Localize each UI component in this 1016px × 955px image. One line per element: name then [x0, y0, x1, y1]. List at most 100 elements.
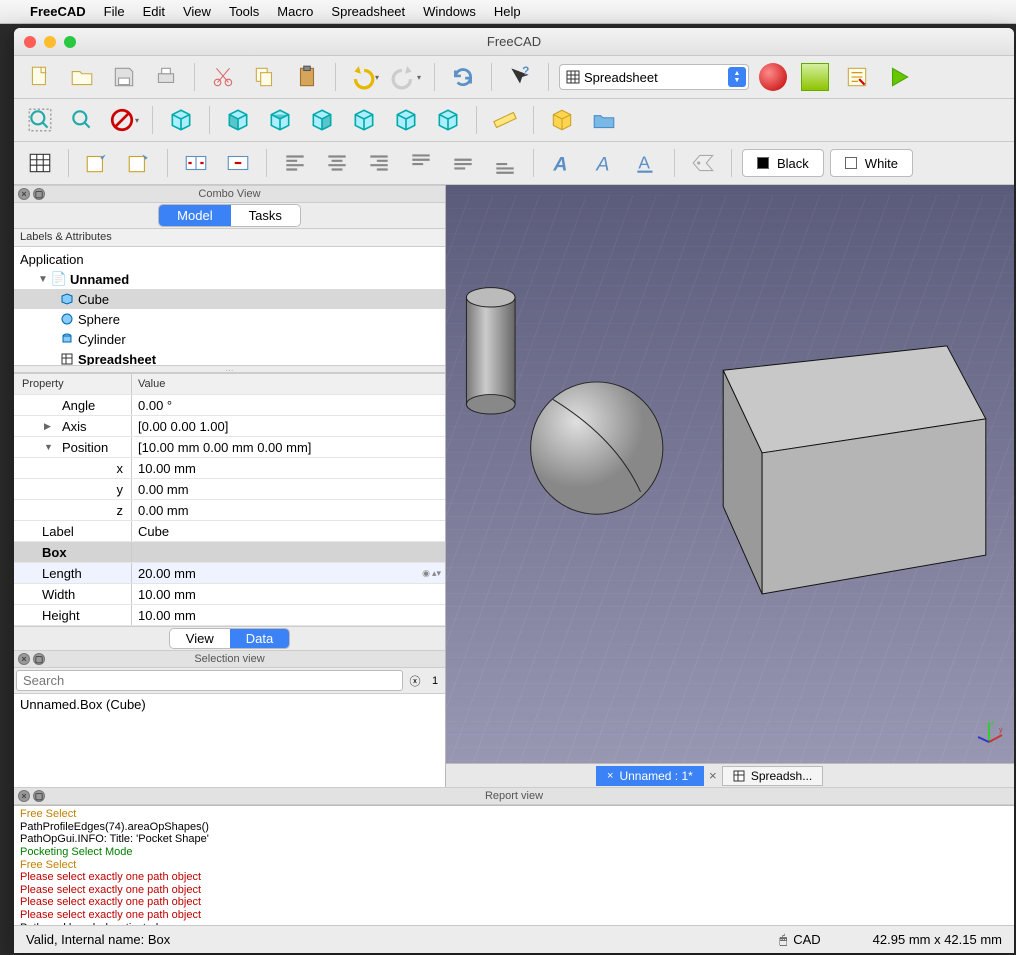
- panel-close-icon[interactable]: ×: [18, 188, 30, 200]
- prop-label-value[interactable]: Cube: [132, 524, 445, 539]
- new-spreadsheet-button[interactable]: [22, 146, 58, 180]
- selection-list[interactable]: Unnamed.Box (Cube): [14, 694, 445, 787]
- part-button[interactable]: [544, 103, 580, 137]
- prop-angle[interactable]: Angle: [14, 395, 132, 415]
- merge-cells-button[interactable]: [178, 146, 214, 180]
- alias-button[interactable]: [685, 146, 721, 180]
- menu-spreadsheet[interactable]: Spreadsheet: [331, 4, 405, 19]
- isometric-button[interactable]: [163, 103, 199, 137]
- prop-position-value[interactable]: [10.00 mm 0.00 mm 0.00 mm]: [132, 440, 445, 455]
- minimize-icon[interactable]: [44, 36, 56, 48]
- export-button[interactable]: [121, 146, 157, 180]
- prop-axis[interactable]: ▶Axis: [14, 416, 132, 436]
- prop-group-box[interactable]: Box: [14, 542, 132, 562]
- tab-view[interactable]: View: [170, 629, 230, 648]
- panel-float-icon[interactable]: ▢: [33, 188, 45, 200]
- nav-mode[interactable]: CAD: [793, 932, 820, 947]
- clear-search-button[interactable]: ⓧ: [405, 668, 425, 693]
- save-button[interactable]: [106, 60, 142, 94]
- viewport-3d[interactable]: z y ×Unnamed : 1* × Spreadsh...: [446, 185, 1014, 787]
- prop-z-value[interactable]: 0.00 mm: [132, 503, 445, 518]
- close-tab-icon[interactable]: ×: [607, 770, 613, 782]
- tab-data[interactable]: Data: [230, 629, 289, 648]
- search-input[interactable]: [16, 670, 403, 691]
- menu-windows[interactable]: Windows: [423, 4, 476, 19]
- tab-model[interactable]: Model: [159, 205, 230, 226]
- top-view-button[interactable]: [262, 103, 298, 137]
- doctab-spreadsheet[interactable]: Spreadsh...: [722, 766, 823, 786]
- front-view-button[interactable]: [220, 103, 256, 137]
- menu-view[interactable]: View: [183, 4, 211, 19]
- right-view-button[interactable]: [304, 103, 340, 137]
- align-vcenter-button[interactable]: [445, 146, 481, 180]
- tree-item-spreadsheet[interactable]: Spreadsheet: [14, 349, 445, 365]
- tree-item-sphere[interactable]: Sphere: [14, 309, 445, 329]
- new-button[interactable]: [22, 60, 58, 94]
- black-button[interactable]: Black: [742, 149, 824, 177]
- import-button[interactable]: [79, 146, 115, 180]
- menu-tools[interactable]: Tools: [229, 4, 259, 19]
- tab-tasks[interactable]: Tasks: [231, 205, 300, 226]
- tree-application[interactable]: Application: [14, 249, 445, 269]
- measure-button[interactable]: [487, 103, 523, 137]
- spinner-icon[interactable]: ▴▾: [432, 568, 441, 579]
- print-button[interactable]: [148, 60, 184, 94]
- chevron-down-icon[interactable]: ▼: [44, 442, 53, 452]
- fit-selection-button[interactable]: [64, 103, 100, 137]
- copy-button[interactable]: [247, 60, 283, 94]
- sphere-shape[interactable]: [531, 382, 663, 514]
- prop-y[interactable]: y: [14, 479, 132, 499]
- doctab-unnamed[interactable]: ×Unnamed : 1*: [596, 766, 704, 786]
- prop-angle-value[interactable]: 0.00 °: [132, 398, 445, 413]
- expression-icon[interactable]: ◉: [422, 568, 430, 579]
- macros-button[interactable]: [839, 60, 875, 94]
- prop-length[interactable]: Length: [14, 563, 132, 583]
- paste-button[interactable]: [289, 60, 325, 94]
- prop-label[interactable]: Label: [14, 521, 132, 541]
- white-button[interactable]: White: [830, 149, 913, 177]
- prop-width-value[interactable]: 10.00 mm: [132, 587, 445, 602]
- selection-item[interactable]: Unnamed.Box (Cube): [20, 697, 439, 712]
- menu-edit[interactable]: Edit: [143, 4, 165, 19]
- axis-gizmo-icon[interactable]: z y: [974, 717, 1004, 747]
- cut-button[interactable]: [205, 60, 241, 94]
- fit-all-button[interactable]: [22, 103, 58, 137]
- prop-position[interactable]: ▼Position: [14, 437, 132, 457]
- rear-view-button[interactable]: [346, 103, 382, 137]
- left-view-button[interactable]: [430, 103, 466, 137]
- menu-help[interactable]: Help: [494, 4, 521, 19]
- prop-y-value[interactable]: 0.00 mm: [132, 482, 445, 497]
- cylinder-shape[interactable]: [466, 288, 515, 414]
- box-shape[interactable]: [723, 346, 986, 594]
- prop-x-value[interactable]: 10.00 mm: [132, 461, 445, 476]
- prop-height[interactable]: Height: [14, 605, 132, 625]
- menu-file[interactable]: File: [104, 4, 125, 19]
- panel-float-icon[interactable]: ▢: [33, 790, 45, 802]
- menu-macro[interactable]: Macro: [277, 4, 313, 19]
- app-name[interactable]: FreeCAD: [30, 4, 86, 19]
- panel-float-icon[interactable]: ▢: [33, 653, 45, 665]
- zoom-icon[interactable]: [64, 36, 76, 48]
- group-button[interactable]: [586, 103, 622, 137]
- model-tree[interactable]: Application ▼📄Unnamed Cube Sphere Cylind…: [14, 247, 445, 365]
- align-top-button[interactable]: [403, 146, 439, 180]
- panel-close-icon[interactable]: ×: [18, 653, 30, 665]
- prop-z[interactable]: z: [14, 500, 132, 520]
- align-bottom-button[interactable]: [487, 146, 523, 180]
- undo-button[interactable]: ▾: [346, 60, 382, 94]
- tree-item-cube[interactable]: Cube: [14, 289, 445, 309]
- tree-item-cylinder[interactable]: Cylinder: [14, 329, 445, 349]
- align-left-button[interactable]: [277, 146, 313, 180]
- whatsthis-button[interactable]: ?: [502, 60, 538, 94]
- tree-document[interactable]: ▼📄Unnamed: [14, 269, 445, 289]
- align-center-button[interactable]: [319, 146, 355, 180]
- stop-macro-button[interactable]: [797, 60, 833, 94]
- prop-width[interactable]: Width: [14, 584, 132, 604]
- close-icon[interactable]: [24, 36, 36, 48]
- bottom-view-button[interactable]: [388, 103, 424, 137]
- draw-style-button[interactable]: ▾: [106, 103, 142, 137]
- align-right-button[interactable]: [361, 146, 397, 180]
- run-macro-button[interactable]: [881, 60, 917, 94]
- close-tab-button[interactable]: ×: [704, 768, 722, 783]
- split-cell-button[interactable]: [220, 146, 256, 180]
